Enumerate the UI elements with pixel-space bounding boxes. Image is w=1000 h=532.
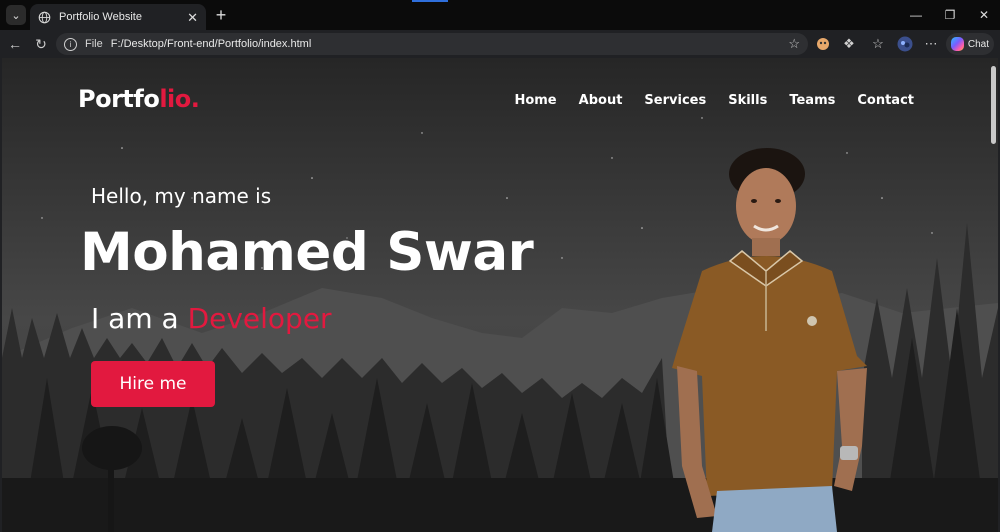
profile-photo (672, 148, 867, 532)
copilot-chat-button[interactable]: Chat (946, 33, 994, 55)
minimize-icon: — (910, 8, 922, 22)
close-window-icon: ✕ (978, 8, 990, 22)
info-icon[interactable]: i (64, 37, 77, 51)
address-url[interactable]: F:/Desktop/Front-end/Portfolio/index.htm… (111, 38, 789, 50)
nav-about[interactable]: About (579, 93, 623, 108)
cookie-extension-icon (817, 38, 829, 50)
star-icon[interactable]: ☆ (788, 36, 800, 52)
address-scheme: File (85, 38, 103, 50)
hero-greeting: Hello, my name is (91, 184, 272, 208)
reload-icon: ↻ (35, 35, 47, 52)
chevron-down-icon: ⌄ (11, 9, 21, 22)
site-navigation: Home About Services Skills Teams Contact (514, 93, 914, 108)
globe-icon (38, 11, 51, 23)
close-icon[interactable]: ✕ (187, 11, 198, 24)
back-button[interactable]: ← (5, 34, 25, 54)
profile-avatar[interactable] (896, 35, 914, 53)
restore-icon: ❐ (944, 8, 956, 22)
plus-icon: + (215, 4, 227, 25)
nav-services[interactable]: Services (644, 93, 706, 108)
hire-me-button[interactable]: Hire me (91, 361, 215, 407)
extension-icon[interactable] (814, 35, 832, 53)
logo-main: Portfo (78, 85, 160, 113)
role-word: Developer (187, 302, 332, 335)
restore-button[interactable]: ❐ (932, 0, 968, 30)
back-arrow-icon: ← (8, 36, 22, 52)
site-logo[interactable]: Portfolio. (78, 85, 200, 113)
close-window-button[interactable]: ✕ (966, 0, 1000, 30)
nav-contact[interactable]: Contact (857, 93, 914, 108)
avatar-icon (897, 36, 913, 52)
page-scrollbar[interactable] (990, 58, 998, 532)
browser-tab[interactable]: Portfolio Website ✕ (30, 4, 206, 30)
tab-actions-menu-button[interactable]: ⌄ (6, 5, 26, 25)
logo-accent: lio. (159, 85, 200, 113)
tab-bar: ⌄ Portfolio Website ✕ + — ❐ ✕ (0, 0, 1000, 30)
loading-indicator (412, 0, 448, 2)
scroll-thumb[interactable] (991, 66, 996, 144)
hero-name: Mohamed Swar (80, 222, 534, 283)
nav-home[interactable]: Home (514, 93, 556, 108)
tab-title: Portfolio Website (59, 11, 142, 23)
address-bar[interactable]: i File F:/Desktop/Front-end/Portfolio/in… (56, 33, 808, 55)
reload-button[interactable]: ↻ (31, 34, 51, 54)
role-prefix: I am a (91, 302, 179, 335)
extensions-puzzle-icon[interactable]: ❖ (840, 35, 858, 53)
nav-teams[interactable]: Teams (789, 93, 835, 108)
minimize-button[interactable]: — (898, 0, 934, 30)
browser-toolbar: ← ↻ i File F:/Desktop/Front-end/Portfoli… (0, 30, 1000, 58)
hero-role: I am a Developer (91, 302, 332, 335)
chat-label: Chat (967, 38, 989, 50)
more-icon[interactable]: ⋯ (922, 35, 940, 53)
favorites-icon[interactable]: ☆ (869, 35, 887, 53)
new-tab-button[interactable]: + (210, 4, 232, 26)
page-viewport: Portfolio. Home About Services Skills Te… (2, 58, 998, 532)
nav-skills[interactable]: Skills (728, 93, 767, 108)
copilot-icon (951, 37, 964, 51)
